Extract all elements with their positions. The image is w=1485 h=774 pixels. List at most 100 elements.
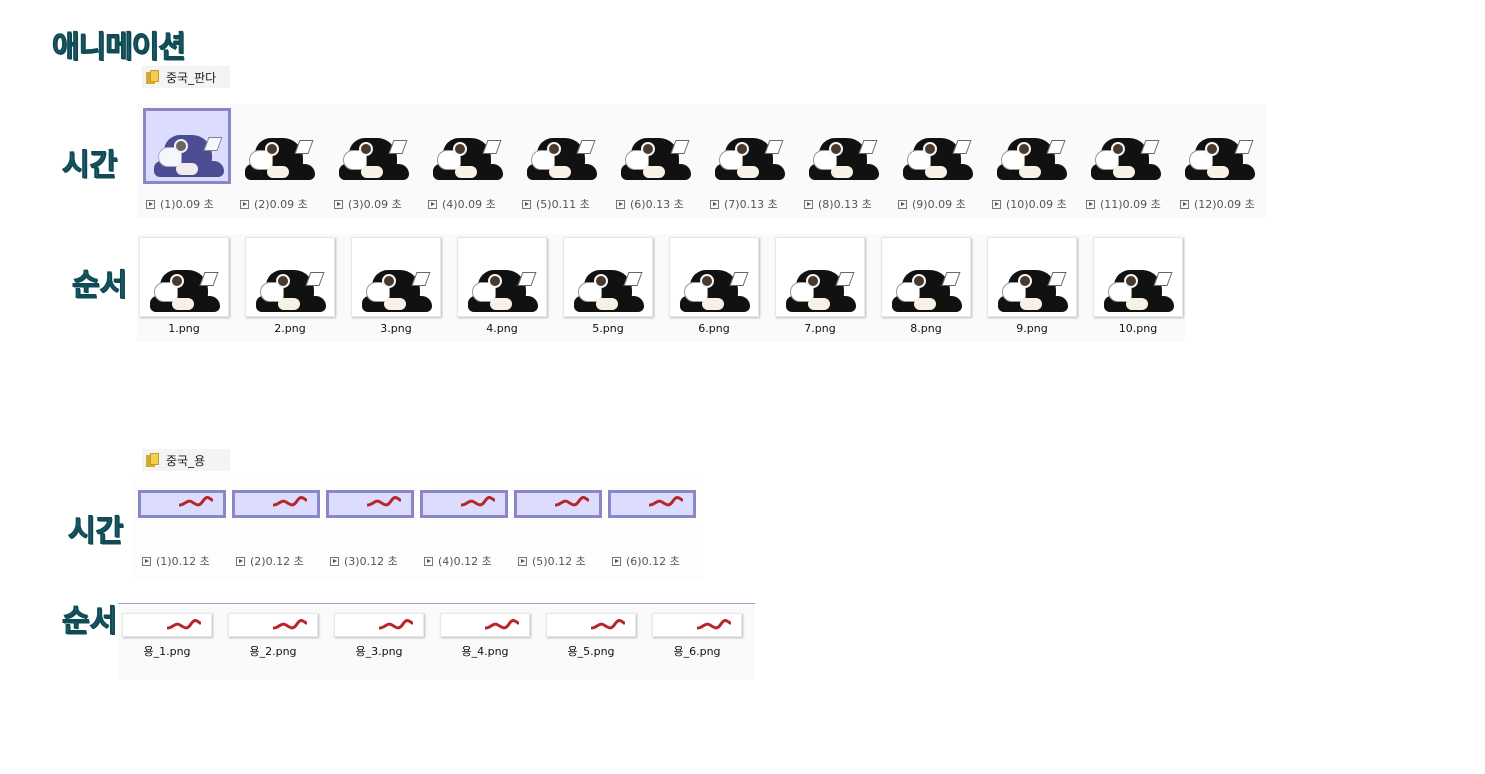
folder-tab-dragon[interactable]: 중국_용 [142, 449, 230, 471]
file-thumbnail[interactable] [563, 237, 653, 317]
frame-delay-label[interactable]: (10) 0.09 초 [992, 196, 1067, 212]
file-name[interactable]: 용_3.png [334, 643, 424, 659]
animation-frame[interactable] [707, 108, 795, 184]
frame-delay-label[interactable]: (1) 0.09 초 [146, 196, 214, 212]
panda-image [680, 256, 750, 312]
frame-delay-label[interactable]: (3) 0.09 초 [334, 196, 402, 212]
animation-frame[interactable] [138, 490, 226, 518]
panda-image [903, 124, 973, 180]
panda-image [245, 124, 315, 180]
frame-delay-label[interactable]: (5) 0.12 초 [518, 553, 586, 569]
animation-frame[interactable] [519, 108, 607, 184]
animation-frame[interactable] [425, 108, 513, 184]
file-thumbnail[interactable] [546, 613, 636, 637]
frame-delay-label[interactable]: (6) 0.13 초 [616, 196, 684, 212]
file-thumbnail[interactable] [1093, 237, 1183, 317]
file-thumbnail[interactable] [245, 237, 335, 317]
frame-delay-label[interactable]: (9) 0.09 초 [898, 196, 966, 212]
frame-time: 0.12 초 [547, 555, 586, 568]
frame-index: (2) [254, 197, 270, 211]
frame-index: (4) [442, 197, 458, 211]
file-name[interactable]: 용_1.png [122, 643, 212, 659]
file-name[interactable]: 4.png [457, 322, 547, 335]
frame-time: 0.09 초 [1216, 198, 1255, 211]
file-thumbnail[interactable] [775, 237, 865, 317]
play-icon [616, 199, 625, 209]
dragon-image [555, 496, 589, 507]
file-thumbnail[interactable] [351, 237, 441, 317]
side-label-order: 순서 [71, 268, 128, 304]
panda-image [339, 124, 409, 180]
file-thumbnail[interactable] [122, 613, 212, 637]
side-label-time: 시간 [67, 514, 124, 550]
file-name[interactable]: 1.png [139, 322, 229, 335]
file-name[interactable]: 7.png [775, 322, 865, 335]
file-thumbnail[interactable] [457, 237, 547, 317]
file-name[interactable]: 6.png [669, 322, 759, 335]
play-icon [424, 556, 433, 566]
frame-index: (5) [536, 197, 552, 211]
animation-frame[interactable] [989, 108, 1077, 184]
file-name[interactable]: 3.png [351, 322, 441, 335]
play-icon [236, 556, 245, 566]
file-name[interactable]: 용_2.png [228, 643, 318, 659]
frame-delay-label[interactable]: (4) 0.09 초 [428, 196, 496, 212]
folder-icon [146, 453, 160, 467]
file-name[interactable]: 용_6.png [652, 643, 742, 659]
file-thumbnail[interactable] [652, 613, 742, 637]
file-thumbnail[interactable] [440, 613, 530, 637]
animation-frame[interactable] [326, 490, 414, 518]
animation-frame[interactable] [232, 490, 320, 518]
file-thumbnail[interactable] [228, 613, 318, 637]
animation-frame[interactable] [895, 108, 983, 184]
animation-frame[interactable] [331, 108, 419, 184]
frame-index: (8) [818, 197, 834, 211]
frame-delay-label[interactable]: (2) 0.09 초 [240, 196, 308, 212]
frame-time: 0.12 초 [359, 555, 398, 568]
file-thumbnail[interactable] [334, 613, 424, 637]
frame-index: (9) [912, 197, 928, 211]
file-thumbnail[interactable] [139, 237, 229, 317]
folder-tab-panda[interactable]: 중국_판다 [142, 66, 230, 88]
frame-delay-label[interactable]: (2) 0.12 초 [236, 553, 304, 569]
file-name[interactable]: 5.png [563, 322, 653, 335]
file-thumbnail[interactable] [881, 237, 971, 317]
play-icon [804, 199, 813, 209]
file-name[interactable]: 8.png [881, 322, 971, 335]
file-thumbnail[interactable] [669, 237, 759, 317]
animation-frame[interactable] [1177, 108, 1265, 184]
animation-frame[interactable] [1083, 108, 1171, 184]
file-thumbnail[interactable] [987, 237, 1077, 317]
file-name[interactable]: 10.png [1093, 322, 1183, 335]
panda-image [154, 121, 224, 177]
dragon-image [367, 496, 401, 507]
folder-label: 중국_용 [166, 453, 206, 468]
animation-frame[interactable] [420, 490, 508, 518]
frame-delay-label[interactable]: (6) 0.12 초 [612, 553, 680, 569]
frame-delay-label[interactable]: (12) 0.09 초 [1180, 196, 1255, 212]
side-label-time: 시간 [61, 148, 118, 184]
frame-delay-label[interactable]: (11) 0.09 초 [1086, 196, 1161, 212]
folder-icon [146, 70, 160, 84]
file-name[interactable]: 용_5.png [546, 643, 636, 659]
animation-frame[interactable] [613, 108, 701, 184]
file-name[interactable]: 용_4.png [440, 643, 530, 659]
file-name[interactable]: 9.png [987, 322, 1077, 335]
frame-index: (7) [724, 197, 740, 211]
frame-delay-label[interactable]: (3) 0.12 초 [330, 553, 398, 569]
animation-frame[interactable] [801, 108, 889, 184]
frame-delay-label[interactable]: (4) 0.12 초 [424, 553, 492, 569]
frame-delay-label[interactable]: (8) 0.13 초 [804, 196, 872, 212]
animation-frame[interactable] [237, 108, 325, 184]
animation-frame[interactable] [514, 490, 602, 518]
animation-frame[interactable] [143, 108, 231, 184]
frame-delay-label[interactable]: (1) 0.12 초 [142, 553, 210, 569]
file-name[interactable]: 2.png [245, 322, 335, 335]
frame-delay-label[interactable]: (5) 0.11 초 [522, 196, 590, 212]
play-icon [330, 556, 339, 566]
play-icon [240, 199, 249, 209]
frame-delay-label[interactable]: (7) 0.13 초 [710, 196, 778, 212]
frame-time: 0.12 초 [265, 555, 304, 568]
frame-index: (3) [344, 554, 360, 568]
animation-frame[interactable] [608, 490, 696, 518]
